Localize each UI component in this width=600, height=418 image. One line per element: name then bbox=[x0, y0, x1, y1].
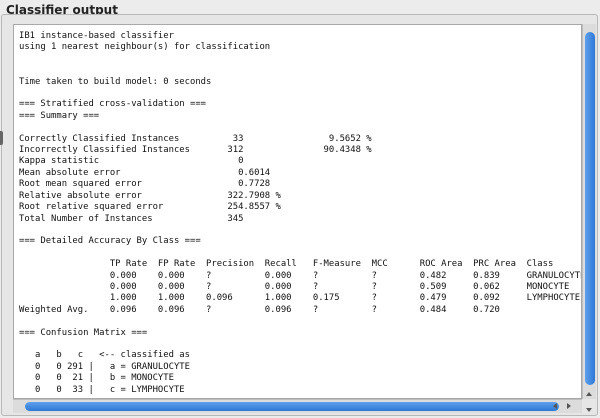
vertical-scroll-thumb[interactable] bbox=[585, 32, 595, 385]
horizontal-scroll-thumb[interactable] bbox=[25, 402, 559, 411]
classifier-output-text: IB1 instance-based classifier using 1 ne… bbox=[19, 31, 582, 395]
down-arrow-icon[interactable] bbox=[586, 408, 592, 412]
right-arrow-icon[interactable] bbox=[567, 403, 571, 409]
vertical-scrollbar[interactable] bbox=[582, 24, 596, 399]
splitter-handle[interactable] bbox=[0, 131, 3, 145]
up-arrow-icon[interactable] bbox=[586, 392, 592, 396]
left-arrow-icon[interactable] bbox=[553, 403, 557, 409]
classifier-output-textarea[interactable]: IB1 instance-based classifier using 1 ne… bbox=[13, 24, 582, 399]
horizontal-scrollbar[interactable] bbox=[13, 399, 582, 413]
